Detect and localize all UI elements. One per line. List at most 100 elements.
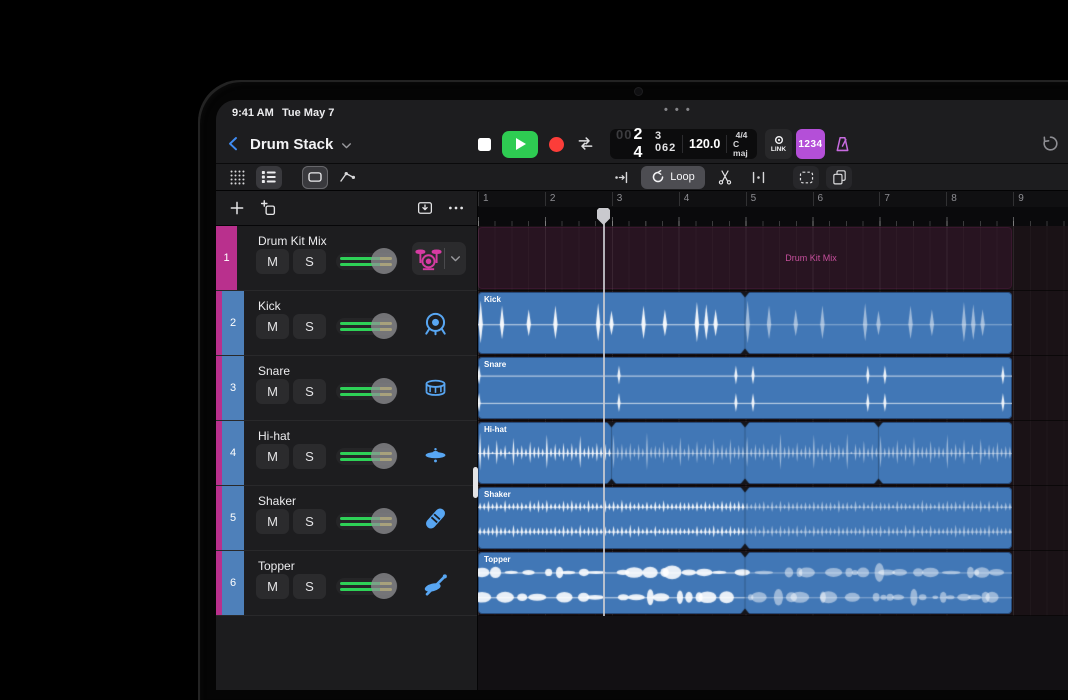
marquee-copy-button[interactable]	[793, 165, 819, 189]
volume-knob[interactable]	[371, 313, 397, 339]
track-header-drum-kit-mix[interactable]: 1 Drum Kit Mix M S	[216, 226, 477, 291]
track-header-snare[interactable]: 3 Snare M S	[216, 356, 477, 421]
bar-ruler[interactable]: 1 2 3 4 5 6 7 8 9	[478, 191, 1068, 207]
beat-ruler[interactable]	[478, 207, 1068, 226]
region-topper[interactable]: Topper	[478, 552, 1012, 614]
mute-button[interactable]: M	[256, 444, 289, 469]
split-tool-button[interactable]	[712, 166, 738, 189]
undo-button[interactable]	[1041, 134, 1061, 154]
stop-button[interactable]	[478, 137, 491, 151]
link-button[interactable]: LINK	[765, 129, 792, 159]
bar-ticks	[478, 217, 1068, 226]
track-color-tab[interactable]: 4	[222, 421, 244, 485]
track-header-hi-hat[interactable]: 4 Hi-hat M S	[216, 421, 477, 486]
region-lane-kick: Kick	[478, 291, 1068, 356]
solo-button[interactable]: S	[293, 444, 326, 469]
waveform-canvas	[478, 422, 1012, 484]
mute-button[interactable]: M	[256, 509, 289, 534]
track-header-topper[interactable]: 6 Topper M S	[216, 551, 477, 616]
multitask-indicator[interactable]: • • •	[664, 104, 692, 116]
stage: 9:41 AM Tue May 7 • • • Drum Stack 00 2 …	[0, 0, 1068, 700]
track-name[interactable]: Shaker	[258, 494, 296, 508]
cycle-button[interactable]	[575, 133, 597, 155]
back-button[interactable]	[226, 133, 246, 155]
automation-view-button[interactable]	[334, 166, 360, 189]
volume-slider[interactable]	[336, 313, 398, 339]
solo-button[interactable]: S	[293, 249, 326, 274]
mute-button[interactable]: M	[256, 574, 289, 599]
region-lane-snare: Snare	[478, 356, 1068, 421]
track-name[interactable]: Hi-hat	[258, 429, 290, 443]
signature-key-readout: 4/4 C maj	[733, 130, 757, 158]
solo-button[interactable]: S	[293, 379, 326, 404]
region-label: Kick	[484, 295, 501, 304]
track-name[interactable]: Topper	[258, 559, 295, 573]
count-in-button[interactable]: 1234	[796, 129, 825, 159]
chevron-down-icon	[340, 139, 354, 153]
track-color-tab[interactable]: 1	[216, 226, 237, 290]
solo-button[interactable]: S	[293, 509, 326, 534]
tracks-view-button[interactable]	[256, 165, 282, 189]
volume-knob[interactable]	[371, 248, 397, 274]
region-label: Topper	[484, 555, 511, 564]
volume-slider[interactable]	[336, 443, 398, 469]
volume-knob[interactable]	[371, 573, 397, 599]
track-name[interactable]: Snare	[258, 364, 290, 378]
lcd-display[interactable]: 00 2 4 3 062 120.0 4/4 C maj	[610, 126, 757, 161]
mute-button[interactable]: M	[256, 249, 289, 274]
track-header-kick[interactable]: 2 Kick M S	[216, 291, 477, 356]
region-lane-topper: Topper	[478, 551, 1068, 616]
region-hi-hat[interactable]: Hi-hat	[478, 422, 1012, 484]
bar-number: 4	[678, 192, 689, 206]
panel-resize-handle[interactable]	[473, 467, 478, 498]
add-track-button[interactable]	[225, 196, 249, 220]
record-button[interactable]	[549, 136, 564, 152]
volume-slider[interactable]	[336, 378, 398, 404]
loop-tool-button[interactable]: Loop	[641, 165, 705, 189]
more-options-button[interactable]	[444, 196, 468, 220]
volume-knob[interactable]	[371, 443, 397, 469]
project-title-menu[interactable]: Drum Stack	[250, 136, 354, 153]
duplicate-track-button[interactable]	[256, 196, 280, 220]
link-icon	[774, 135, 784, 145]
stack-collapse-chevron[interactable]	[445, 252, 466, 265]
bar-number: 7	[879, 192, 890, 206]
track-name[interactable]: Kick	[258, 299, 281, 313]
volume-slider[interactable]	[336, 573, 398, 599]
track-color-tab[interactable]: 3	[222, 356, 244, 420]
track-color-tab[interactable]: 5	[222, 486, 244, 550]
stack-instrument-button[interactable]	[412, 242, 466, 275]
metronome-button[interactable]	[829, 129, 855, 159]
solo-button[interactable]: S	[293, 314, 326, 339]
bar-number: 3	[611, 192, 622, 206]
track-color-tab[interactable]: 6	[222, 551, 244, 615]
mute-button[interactable]: M	[256, 379, 289, 404]
import-track-button[interactable]	[413, 196, 437, 220]
status-date: Tue May 7	[282, 107, 335, 119]
trim-tool-button[interactable]	[608, 166, 634, 189]
region-drum-kit-mix[interactable]: Drum Kit Mix	[478, 227, 1012, 289]
waveform-canvas	[478, 292, 1012, 354]
solo-button[interactable]: S	[293, 574, 326, 599]
region-snare[interactable]: Snare	[478, 357, 1012, 419]
track-color-tab[interactable]: 2	[222, 291, 244, 355]
loop-label: Loop	[670, 171, 695, 183]
paste-button[interactable]	[826, 165, 852, 189]
volume-knob[interactable]	[371, 378, 397, 404]
mute-button[interactable]: M	[256, 314, 289, 339]
bar-number: 6	[812, 192, 823, 206]
play-button[interactable]	[502, 130, 538, 158]
regions-view-button[interactable]	[302, 165, 328, 189]
volume-slider[interactable]	[336, 248, 398, 274]
region-shaker[interactable]: Shaker	[478, 487, 1012, 549]
summary-region-label: Drum Kit Mix	[785, 253, 837, 263]
track-header-shaker[interactable]: 5 Shaker M S	[216, 486, 477, 551]
track-number: 3	[229, 382, 237, 394]
loop-icon	[651, 170, 665, 184]
volume-slider[interactable]	[336, 508, 398, 534]
volume-knob[interactable]	[371, 508, 397, 534]
region-kick[interactable]: Kick	[478, 292, 1012, 354]
stretch-tool-button[interactable]	[745, 166, 771, 189]
browser-grid-button[interactable]	[224, 166, 250, 189]
track-name[interactable]: Drum Kit Mix	[258, 234, 327, 248]
